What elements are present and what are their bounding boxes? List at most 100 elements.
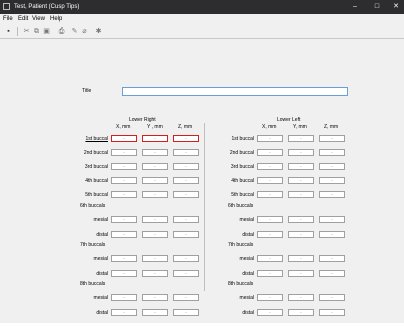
lower-right-coord-field[interactable]: . xyxy=(173,149,199,156)
lower-left-col-header: Z, mm xyxy=(324,124,339,130)
print-icon[interactable]: ⎙ xyxy=(57,27,66,36)
lower-right-col-header: Y , mm xyxy=(147,124,163,130)
lower-left-coord-field[interactable]: . xyxy=(257,309,283,316)
paste-icon[interactable]: ▣ xyxy=(42,27,51,36)
erase-icon[interactable]: ⌀ xyxy=(80,27,89,36)
lower-left-coord-field[interactable]: . xyxy=(288,163,314,170)
lower-left-coord-field[interactable]: . xyxy=(257,135,283,142)
lower-left-coord-field[interactable]: . xyxy=(319,216,345,223)
lower-right-row-label: 2nd buccal xyxy=(83,150,108,156)
lower-right-coord-field[interactable]: . xyxy=(111,255,137,262)
lower-left-coord-field[interactable]: . xyxy=(257,270,283,277)
lower-right-coord-field[interactable]: . xyxy=(142,163,168,170)
tools-icon[interactable]: ✱ xyxy=(94,27,103,36)
minimize-button[interactable]: – xyxy=(347,1,363,13)
menu-edit[interactable]: Edit xyxy=(18,15,28,24)
lower-right-coord-field[interactable]: . xyxy=(111,270,137,277)
lower-right-coord-field[interactable]: . xyxy=(173,216,199,223)
lower-left-coord-field[interactable]: . xyxy=(319,163,345,170)
lower-right-coord-field[interactable]: . xyxy=(173,135,199,142)
lower-left-coord-field[interactable]: . xyxy=(319,135,345,142)
copy-icon[interactable]: ⧉ xyxy=(32,27,41,36)
lower-right-coord-field[interactable]: . xyxy=(173,177,199,184)
lower-right-row-label: 3rd buccal xyxy=(84,164,108,170)
lower-left-coord-field[interactable]: . xyxy=(257,177,283,184)
menu-file[interactable]: File xyxy=(3,15,13,24)
lower-left-coord-field[interactable]: . xyxy=(319,149,345,156)
lower-left-col-header: Y, mm xyxy=(293,124,307,130)
lower-right-coord-field[interactable]: . xyxy=(111,191,137,198)
menu-view[interactable]: View xyxy=(32,15,45,24)
lower-right-coord-field[interactable]: . xyxy=(111,294,137,301)
lower-left-coord-field[interactable]: . xyxy=(257,294,283,301)
lower-left-coord-field[interactable]: . xyxy=(257,255,283,262)
close-button[interactable]: ✕ xyxy=(388,1,404,13)
lower-right-coord-field[interactable]: . xyxy=(111,231,137,238)
lower-left-coord-field[interactable]: . xyxy=(288,191,314,198)
lower-right-coord-field[interactable]: . xyxy=(142,270,168,277)
lower-left-col-header: X, mm xyxy=(262,124,277,130)
lower-right-coord-field[interactable]: . xyxy=(173,191,199,198)
lower-right-coord-field[interactable]: . xyxy=(111,309,137,316)
lower-right-coord-field[interactable]: . xyxy=(173,309,199,316)
cut-icon[interactable]: ✂ xyxy=(22,27,31,36)
lower-right-coord-field[interactable]: . xyxy=(173,270,199,277)
lower-left-coord-field[interactable]: . xyxy=(319,177,345,184)
lower-right-coord-field[interactable]: . xyxy=(173,163,199,170)
lower-right-coord-field[interactable]: . xyxy=(173,231,199,238)
lower-left-coord-field[interactable]: . xyxy=(288,149,314,156)
lower-right-coord-field[interactable]: . xyxy=(142,255,168,262)
menu-bar: File Edit View Help xyxy=(0,14,404,25)
lower-right-coord-field[interactable]: . xyxy=(111,135,137,142)
lower-right-coord-field[interactable]: . xyxy=(111,163,137,170)
lower-left-coord-field[interactable]: . xyxy=(257,149,283,156)
lower-left-coord-field[interactable]: . xyxy=(319,294,345,301)
lower-right-coord-field[interactable]: . xyxy=(111,216,137,223)
lower-left-coord-field[interactable]: . xyxy=(288,294,314,301)
menu-help[interactable]: Help xyxy=(50,15,62,24)
lower-right-coord-field[interactable]: . xyxy=(142,177,168,184)
lower-right-coord-field[interactable]: . xyxy=(111,177,137,184)
lower-right-row-label: distal xyxy=(96,232,108,238)
lower-right-coord-field[interactable]: . xyxy=(142,216,168,223)
lower-left-coord-field[interactable]: . xyxy=(319,255,345,262)
lower-left-coord-field[interactable]: . xyxy=(288,177,314,184)
lower-left-coord-field[interactable]: . xyxy=(288,255,314,262)
lower-left-coord-field[interactable]: . xyxy=(257,191,283,198)
lower-left-coord-field[interactable]: . xyxy=(257,163,283,170)
lower-right-coord-field[interactable]: . xyxy=(142,135,168,142)
lower-left-coord-field[interactable]: . xyxy=(319,309,345,316)
lower-right-coord-field[interactable]: . xyxy=(142,191,168,198)
window-title: Test, Patient (Cusp Tips) xyxy=(14,4,80,10)
lower-right-coord-field[interactable]: . xyxy=(142,294,168,301)
lower-left-coord-field[interactable]: . xyxy=(288,135,314,142)
lower-left-coord-field[interactable]: . xyxy=(288,309,314,316)
lower-left-coord-field[interactable]: . xyxy=(319,231,345,238)
lower-right-row-label: distal xyxy=(96,271,108,277)
lower-left-coord-field[interactable]: . xyxy=(288,270,314,277)
lower-left-coord-field[interactable]: . xyxy=(319,270,345,277)
lower-left-coord-field[interactable]: . xyxy=(319,191,345,198)
draw-icon[interactable]: ✎ xyxy=(70,27,79,36)
lower-right-coord-field[interactable]: . xyxy=(142,149,168,156)
save-icon[interactable]: ▪ xyxy=(4,27,13,36)
lower-right-coord-field[interactable]: . xyxy=(173,255,199,262)
lower-left-row-label: 4th buccal xyxy=(231,178,254,184)
lower-right-coord-field[interactable]: . xyxy=(111,149,137,156)
lower-right-coord-field[interactable]: . xyxy=(142,309,168,316)
app-icon xyxy=(3,3,10,10)
lower-left-molar-heading: 8th buccals xyxy=(228,281,254,287)
lower-right-coord-field[interactable]: . xyxy=(173,294,199,301)
lower-left-coord-field[interactable]: . xyxy=(288,216,314,223)
lower-right-molar-heading: 8th buccals xyxy=(80,281,106,287)
lower-left-row-label: distal xyxy=(242,232,254,238)
lower-left-coord-field[interactable]: . xyxy=(257,216,283,223)
lower-right-coord-field[interactable]: . xyxy=(142,231,168,238)
maximize-button[interactable]: □ xyxy=(369,1,385,13)
toolbar: ▪ ✂ ⧉ ▣ ⎙ ✎ ⌀ ✱ xyxy=(0,25,404,39)
lower-left-coord-field[interactable]: . xyxy=(257,231,283,238)
title-input[interactable] xyxy=(122,87,348,96)
lower-left-coord-field[interactable]: . xyxy=(288,231,314,238)
lower-left-row-label: distal xyxy=(242,271,254,277)
lower-right-row-label: distal xyxy=(96,310,108,316)
